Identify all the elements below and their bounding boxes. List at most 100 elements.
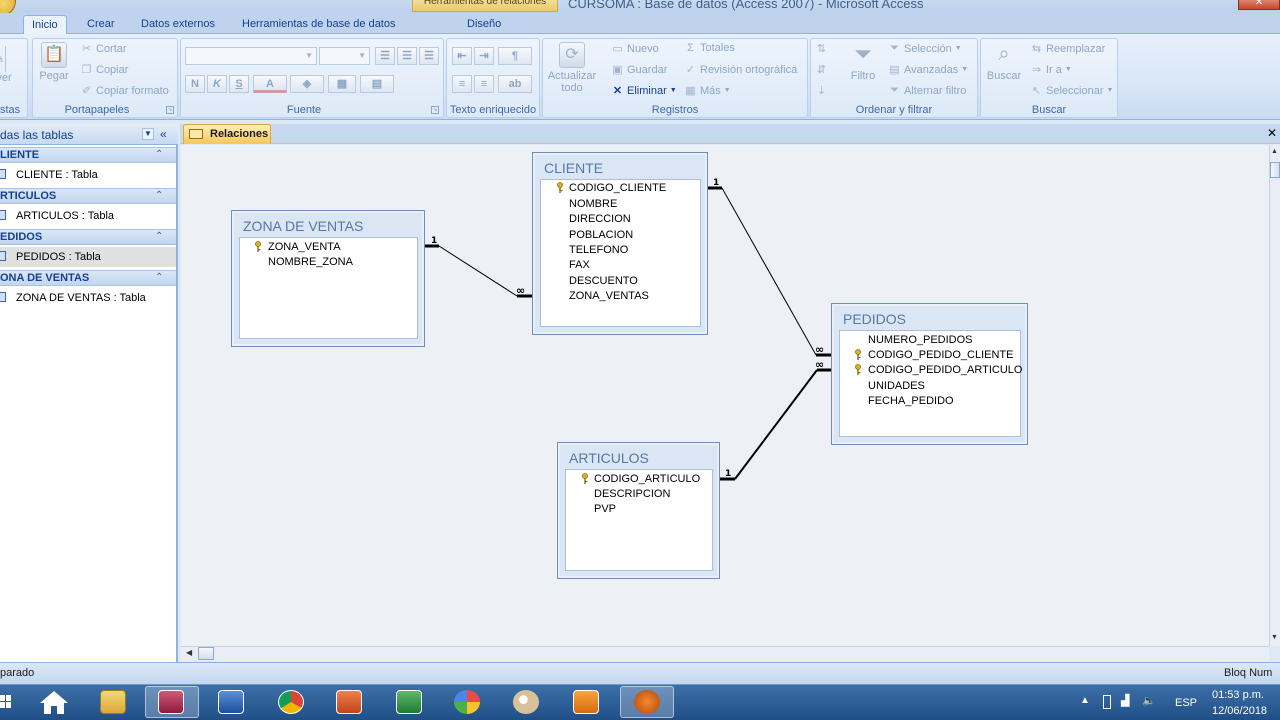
more-button[interactable]: ▦ Más ▼ bbox=[684, 84, 730, 98]
nav-pane-dropdown-icon[interactable]: ▼ bbox=[142, 128, 154, 140]
alternate-fill-button[interactable]: ▤ bbox=[360, 75, 394, 93]
bold-button[interactable]: N bbox=[185, 75, 205, 93]
taskbar-explorer[interactable] bbox=[87, 686, 141, 718]
field[interactable]: FECHA_PEDIDO bbox=[868, 395, 954, 407]
highlight-button[interactable]: ab bbox=[498, 75, 532, 93]
scroll-down-icon[interactable]: ▼ bbox=[1271, 634, 1278, 641]
field[interactable]: DESCUENTO bbox=[569, 275, 638, 287]
filter-button[interactable]: ⏷ Filtro bbox=[845, 42, 881, 83]
taskbar-media[interactable] bbox=[560, 686, 614, 718]
indent-button[interactable]: ⇤ bbox=[452, 47, 472, 65]
battery-icon[interactable] bbox=[1103, 695, 1111, 709]
toggle-filter-button[interactable]: ⏷ Alternar filtro bbox=[888, 84, 966, 97]
portapapeles-launcher-icon[interactable]: ↘ bbox=[166, 106, 174, 114]
field[interactable]: CODIGO_PEDIDO_ARTICULO bbox=[868, 364, 1022, 376]
font-color-button[interactable]: A bbox=[253, 75, 287, 93]
vertical-scroll-thumb[interactable] bbox=[1270, 162, 1280, 178]
field[interactable]: CODIGO_CLIENTE bbox=[569, 182, 666, 194]
vertical-scrollbar[interactable] bbox=[1269, 145, 1280, 646]
field[interactable]: NUMERO_PEDIDOS bbox=[868, 334, 973, 346]
tray-expand-icon[interactable]: ▲ bbox=[1080, 695, 1090, 706]
spelling-button[interactable]: ✓ Revisión ortográfica bbox=[684, 63, 797, 77]
taskbar-recorder[interactable] bbox=[620, 686, 674, 718]
select-button[interactable]: ↖ Seleccionar ▼ bbox=[1030, 84, 1114, 98]
taskbar-paint[interactable] bbox=[500, 686, 554, 718]
scroll-up-icon[interactable]: ▲ bbox=[1271, 148, 1278, 155]
taskbar-access[interactable] bbox=[145, 686, 199, 718]
field[interactable]: ZONA_VENTAS bbox=[569, 290, 649, 302]
tab-crear[interactable]: Crear bbox=[87, 15, 115, 35]
font-name-combo[interactable]: ▼ bbox=[185, 47, 317, 65]
field[interactable]: CODIGO_ARTICULO bbox=[594, 473, 700, 485]
save-record-button[interactable]: ▣ Guardar bbox=[611, 63, 667, 77]
taskbar-powerpoint[interactable] bbox=[323, 686, 377, 718]
start-button[interactable] bbox=[0, 690, 12, 714]
tab-datos-externos[interactable]: Datos externos bbox=[141, 15, 215, 35]
field[interactable]: TELEFONO bbox=[569, 244, 628, 256]
scroll-left-icon[interactable]: ◀ bbox=[186, 648, 192, 657]
collapse-up-icon[interactable]: ⌃ bbox=[155, 190, 163, 201]
field[interactable]: DESCRIPCION bbox=[594, 488, 670, 500]
table-title[interactable]: CLIENTE bbox=[533, 153, 707, 179]
network-icon[interactable]: ▟ bbox=[1121, 694, 1129, 707]
horizontal-scroll-thumb[interactable] bbox=[198, 647, 214, 660]
tab-herramientas-bd[interactable]: Herramientas de base de datos bbox=[242, 15, 395, 35]
window-close-button[interactable]: ✕ bbox=[1238, 0, 1280, 10]
fuente-launcher-icon[interactable]: ↘ bbox=[431, 106, 439, 114]
taskbar-chrome[interactable] bbox=[265, 686, 319, 718]
field[interactable]: FAX bbox=[569, 259, 590, 271]
collapse-up-icon[interactable]: ⌃ bbox=[155, 231, 163, 242]
cut-button[interactable]: ✂ Cortar bbox=[80, 42, 127, 56]
format-painter-button[interactable]: ✐ Copiar formato bbox=[80, 84, 169, 98]
collapse-up-icon[interactable]: ⌃ bbox=[155, 149, 163, 160]
tab-diseno[interactable]: Diseño bbox=[467, 15, 501, 35]
field[interactable]: UNIDADES bbox=[868, 380, 925, 392]
field[interactable]: POBLACION bbox=[569, 229, 633, 241]
language-indicator[interactable]: ESP bbox=[1175, 697, 1197, 709]
table-title[interactable]: ARTICULOS bbox=[558, 443, 719, 469]
sort-descending-button[interactable]: ⇵ bbox=[815, 63, 828, 76]
bullet-list-button[interactable]: ≡ bbox=[474, 75, 494, 93]
table-box-zona-ventas[interactable]: ZONA DE VENTAS ZONA_VENTA NOMBRE_ZONA bbox=[231, 210, 425, 347]
gridlines-button[interactable]: ▦ bbox=[328, 75, 356, 93]
close-document-icon[interactable]: ✕ bbox=[1267, 126, 1277, 140]
taskbar-excel[interactable] bbox=[383, 686, 437, 718]
font-size-combo[interactable]: ▼ bbox=[319, 47, 370, 65]
field[interactable]: DIRECCION bbox=[569, 213, 631, 225]
table-box-pedidos[interactable]: PEDIDOS NUMERO_PEDIDOS CODIGO_PEDIDO_CLI… bbox=[831, 303, 1028, 445]
tab-inicio[interactable]: Inicio bbox=[23, 15, 67, 35]
collapse-up-icon[interactable]: ⌃ bbox=[155, 272, 163, 283]
table-box-cliente[interactable]: CLIENTE CODIGO_CLIENTE NOMBRE DIRECCION … bbox=[532, 152, 708, 335]
new-record-button[interactable]: ▭ Nuevo bbox=[611, 42, 659, 56]
taskbar-home[interactable] bbox=[37, 688, 71, 716]
horizontal-scrollbar[interactable] bbox=[181, 646, 1269, 661]
go-to-button[interactable]: ⇒ Ir a ▼ bbox=[1030, 63, 1072, 77]
selection-filter-button[interactable]: ⏷ Selección ▼ bbox=[888, 42, 962, 55]
field[interactable]: NOMBRE bbox=[569, 198, 617, 210]
align-center-button[interactable]: ☰ bbox=[397, 47, 417, 65]
field[interactable]: ZONA_VENTA bbox=[268, 241, 341, 253]
align-right-button[interactable]: ☰ bbox=[419, 47, 439, 65]
delete-record-button[interactable]: ✕ Eliminar ▼ bbox=[611, 84, 677, 98]
field[interactable]: PVP bbox=[594, 503, 616, 515]
table-title[interactable]: PEDIDOS bbox=[832, 304, 1027, 330]
copy-button[interactable]: ❐ Copiar bbox=[80, 63, 129, 77]
volume-icon[interactable]: 🔈 bbox=[1142, 694, 1156, 707]
nav-pane-collapse-icon[interactable]: « bbox=[160, 127, 167, 141]
table-title[interactable]: ZONA DE VENTAS bbox=[232, 211, 424, 237]
replace-button[interactable]: ⇆ Reemplazar bbox=[1030, 42, 1105, 56]
sort-ascending-button[interactable]: ⇅ bbox=[815, 42, 828, 55]
clear-sort-button[interactable]: ⇣ bbox=[815, 84, 828, 97]
outdent-button[interactable]: ⇥ bbox=[474, 47, 494, 65]
field[interactable]: NOMBRE_ZONA bbox=[268, 256, 353, 268]
taskbar-photos[interactable] bbox=[441, 686, 495, 718]
taskbar-word[interactable] bbox=[205, 686, 259, 718]
numbered-list-button[interactable]: ≡ bbox=[452, 75, 472, 93]
underline-button[interactable]: S bbox=[229, 75, 249, 93]
fill-color-button[interactable]: ◈ bbox=[290, 75, 324, 93]
find-button[interactable]: ⌕ Buscar bbox=[984, 42, 1024, 82]
align-left-button[interactable]: ☰ bbox=[375, 47, 395, 65]
refresh-all-button[interactable]: ⟳ Actualizar todo bbox=[546, 42, 598, 94]
view-button[interactable]: ✎ ver bbox=[0, 46, 14, 84]
field[interactable]: CODIGO_PEDIDO_CLIENTE bbox=[868, 349, 1013, 361]
